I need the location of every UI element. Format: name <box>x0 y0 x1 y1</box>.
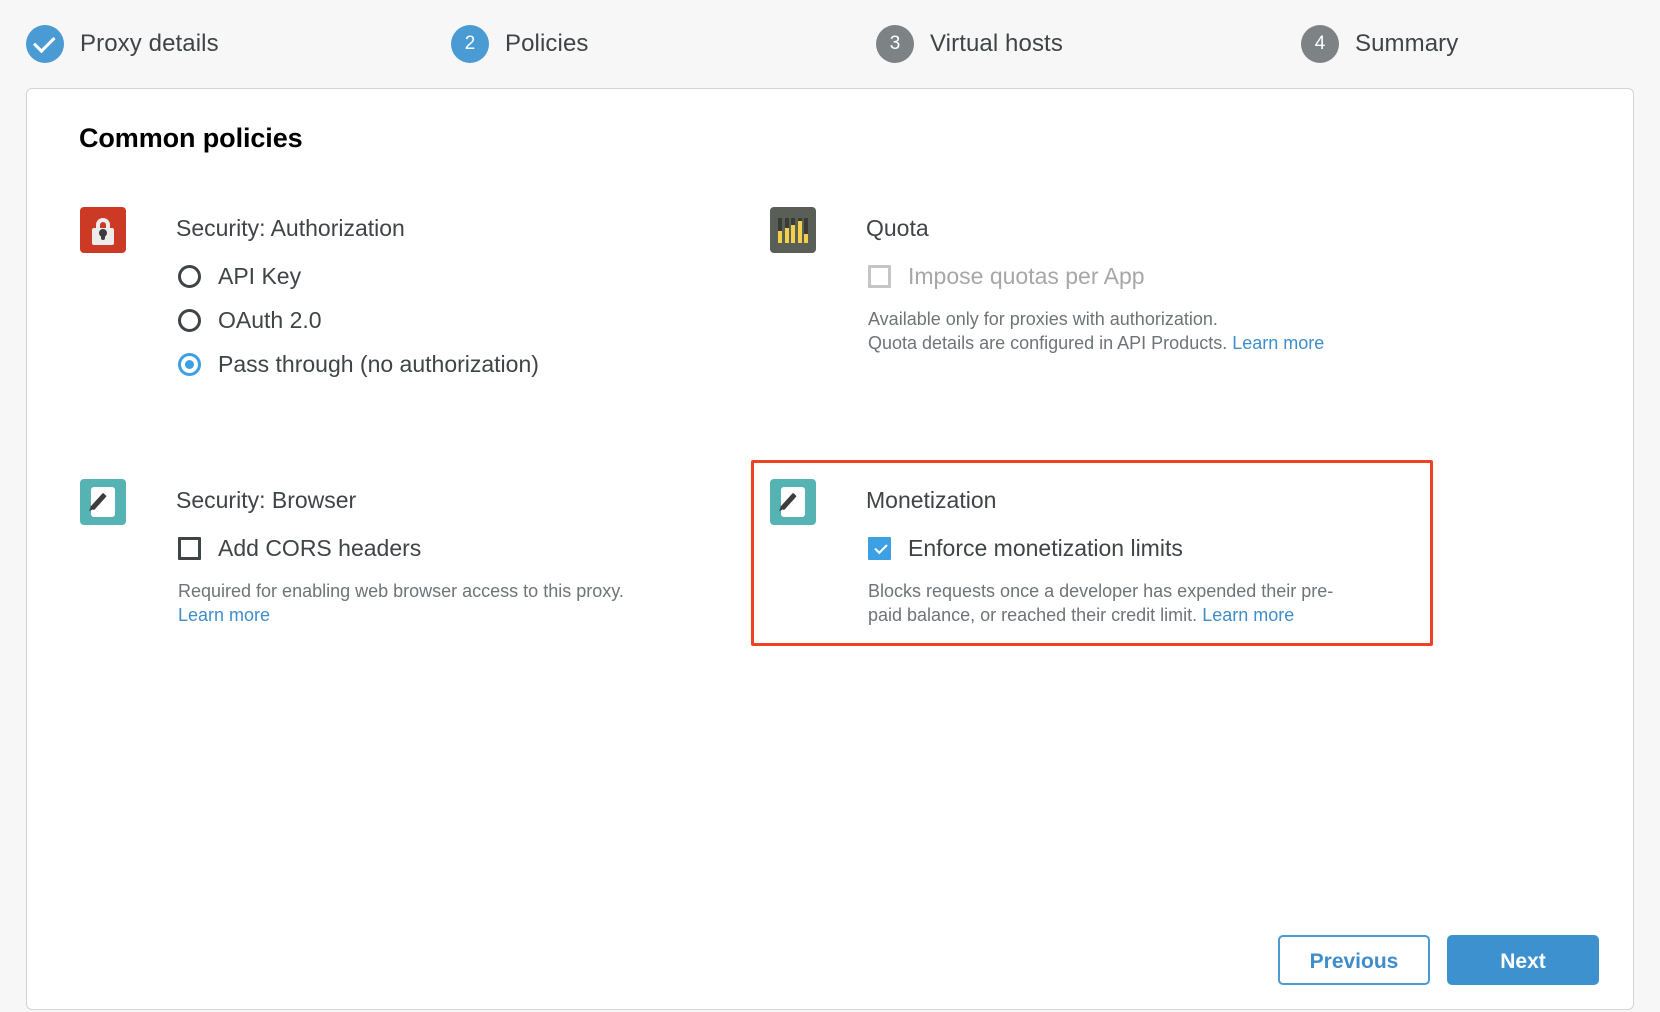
monetization-learn-more-link[interactable]: Learn more <box>1202 605 1294 625</box>
browser-options: Add CORS headers Required for enabling w… <box>176 535 624 627</box>
browser-help-text: Required for enabling web browser access… <box>176 579 624 627</box>
monetization-highlight-box: Monetization Enforce monetization limits… <box>751 460 1433 646</box>
checkbox-label-impose-quotas: Impose quotas per App <box>908 263 1145 290</box>
quota-help-text: Available only for proxies with authoriz… <box>866 307 1324 355</box>
checkbox-row-cors[interactable]: Add CORS headers <box>176 535 624 562</box>
policy-quota: Quota Impose quotas per App Available on… <box>751 188 1599 414</box>
wizard-stepper: Proxy details 2 Policies 3 Virtual hosts… <box>0 0 1660 88</box>
step-badge-4: 4 <box>1301 25 1339 63</box>
checkbox-label-add-cors-headers: Add CORS headers <box>218 535 421 562</box>
wizard-footer: Previous Next <box>1278 935 1599 985</box>
step-badge-1 <box>26 25 64 63</box>
step-virtual-hosts[interactable]: 3 Virtual hosts <box>876 25 1301 63</box>
policy-title-authorization: Security: Authorization <box>176 205 539 251</box>
checkbox-label-enforce-monetization-limits: Enforce monetization limits <box>908 535 1183 562</box>
policy-title-browser: Security: Browser <box>176 477 624 523</box>
radio-label-api-key: API Key <box>218 263 301 290</box>
policy-security-authorization: Security: Authorization API Key OAuth 2.… <box>61 188 751 414</box>
checkbox-add-cors-headers[interactable] <box>178 537 201 560</box>
monetization-help-text: Blocks requests once a developer has exp… <box>866 579 1360 627</box>
next-button[interactable]: Next <box>1447 935 1599 985</box>
checkbox-impose-quotas <box>868 265 891 288</box>
check-icon <box>33 31 56 54</box>
authorization-options: API Key OAuth 2.0 Pass through (no autho… <box>176 263 539 378</box>
radio-label-oauth: OAuth 2.0 <box>218 307 322 334</box>
policies-card: Common policies Security: Authorization … <box>26 88 1634 1010</box>
lock-icon <box>80 207 126 253</box>
checkbox-row-enforce-limits[interactable]: Enforce monetization limits <box>866 535 1360 562</box>
quota-help-line-1: Available only for proxies with authoriz… <box>868 309 1218 329</box>
policy-grid: Security: Authorization API Key OAuth 2.… <box>61 188 1599 646</box>
step-summary[interactable]: 4 Summary <box>1301 25 1660 63</box>
page-title: Common policies <box>79 123 1599 154</box>
radio-oauth[interactable] <box>178 309 201 332</box>
step-label-2: Policies <box>505 30 589 58</box>
checkbox-enforce-monetization-limits[interactable] <box>868 537 891 560</box>
quota-help-line-2: Quota details are configured in API Prod… <box>868 333 1227 353</box>
step-label-4: Summary <box>1355 30 1458 58</box>
pencil-icon-browser <box>80 479 126 525</box>
previous-button[interactable]: Previous <box>1278 935 1430 985</box>
browser-learn-more-link[interactable]: Learn more <box>178 605 270 625</box>
radio-row-api-key[interactable]: API Key <box>176 263 539 290</box>
step-policies[interactable]: 2 Policies <box>451 25 876 63</box>
radio-row-oauth[interactable]: OAuth 2.0 <box>176 307 539 334</box>
quota-learn-more-link[interactable]: Learn more <box>1232 333 1324 353</box>
radio-api-key[interactable] <box>178 265 201 288</box>
step-badge-3: 3 <box>876 25 914 63</box>
step-label-3: Virtual hosts <box>930 30 1063 58</box>
policy-title-monetization: Monetization <box>866 477 1360 523</box>
policy-monetization: Monetization Enforce monetization limits… <box>751 460 1599 646</box>
radio-pass-through[interactable] <box>178 353 201 376</box>
monetization-options: Enforce monetization limits Blocks reque… <box>866 535 1360 627</box>
pencil-icon-monetization <box>770 479 816 525</box>
browser-help-line: Required for enabling web browser access… <box>178 581 624 601</box>
step-label-1: Proxy details <box>80 30 219 58</box>
radio-label-pass-through: Pass through (no authorization) <box>218 351 539 378</box>
checkbox-row-impose-quotas: Impose quotas per App <box>866 263 1324 290</box>
step-badge-2: 2 <box>451 25 489 63</box>
quota-bars-icon <box>770 207 816 253</box>
step-proxy-details[interactable]: Proxy details <box>26 25 451 63</box>
quota-options: Impose quotas per App Available only for… <box>866 263 1324 355</box>
policy-title-quota: Quota <box>866 205 1324 251</box>
radio-row-pass-through[interactable]: Pass through (no authorization) <box>176 351 539 378</box>
policy-security-browser: Security: Browser Add CORS headers Requi… <box>61 460 751 646</box>
